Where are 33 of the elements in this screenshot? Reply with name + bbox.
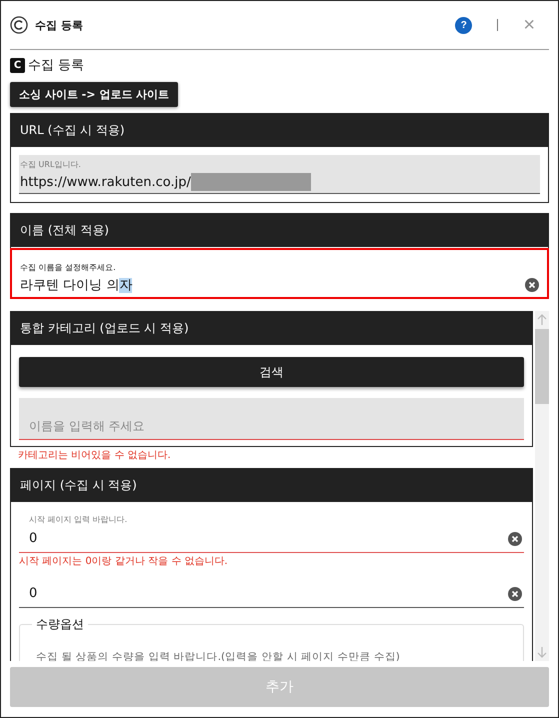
- clear-icon[interactable]: [525, 278, 539, 292]
- arrow-down-icon[interactable]: [537, 646, 547, 658]
- heading-title: 수집 등록: [28, 57, 84, 74]
- category-field[interactable]: 이름을 입력해 주세요: [19, 398, 524, 440]
- help-button[interactable]: ?: [455, 16, 472, 34]
- search-button[interactable]: 검색: [19, 357, 524, 387]
- clear-icon[interactable]: [508, 532, 522, 546]
- page-value: 0: [29, 531, 38, 546]
- field-label: 수집 이름을 설정해주세요.: [20, 262, 117, 273]
- name-value: 라쿠텐 다이닝 의자: [20, 277, 132, 294]
- heading-badge: C: [10, 58, 25, 72]
- page-value: 0: [29, 586, 38, 601]
- page-field[interactable]: 0: [19, 525, 524, 553]
- section-header: URL (수집 시 적용): [11, 114, 548, 147]
- field-label: 수집 URL입니다.: [20, 159, 82, 170]
- arrow-up-icon[interactable]: [537, 314, 547, 326]
- url-value: https://www.rakuten.co.jp/: [20, 174, 191, 190]
- section-header: 통합 카테고리 (업로드 시 적용): [11, 312, 532, 345]
- scrollbar[interactable]: [535, 311, 549, 661]
- page-field[interactable]: 0: [19, 580, 524, 608]
- section-header: 페이지 (수집 시 적용): [11, 469, 532, 502]
- field-legend: 수량옵션: [32, 616, 88, 633]
- window-title: 수집 등록: [35, 18, 83, 32]
- url-field[interactable]: 수집 URL입니다. https://www.rakuten.co.jp/: [19, 155, 540, 194]
- section-header: 이름 (전체 적용): [11, 214, 548, 247]
- error-text: 카테고리는 비어있을 수 없습니다.: [17, 449, 172, 462]
- field-label: 시작 페이지 입력 바랍니다.: [28, 514, 128, 525]
- error-text: 시작 페이지는 0이랑 같거나 작을 수 없습니다.: [19, 555, 229, 568]
- scrollbar-thumb[interactable]: [535, 329, 549, 404]
- logo-icon: [10, 16, 28, 34]
- name-field[interactable]: 수집 이름을 설정해주세요. 라쿠텐 다이닝 의자: [10, 248, 549, 299]
- clear-icon[interactable]: [508, 586, 522, 600]
- route-chip: 소싱 사이트 -> 업로드 사이트: [10, 82, 178, 107]
